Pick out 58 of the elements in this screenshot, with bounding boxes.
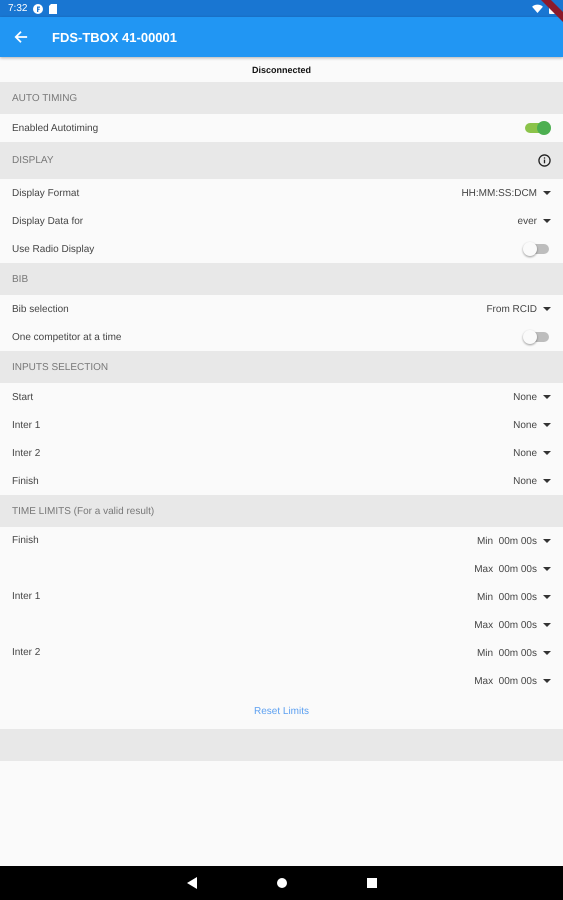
setting-label: Use Radio Display: [12, 244, 94, 254]
section-title: INPUTS SELECTION: [12, 362, 108, 372]
connection-status: Disconnected: [250, 64, 312, 76]
sd-card-icon: [49, 4, 58, 14]
dropdown[interactable]: HH:MM:SS:DCM: [461, 188, 551, 198]
caret-icon: [543, 191, 551, 195]
dropdown[interactable]: None: [513, 420, 551, 430]
recents-icon[interactable]: [366, 878, 376, 888]
section-title: BIB: [12, 274, 28, 284]
dropdown[interactable]: Min 00m 00s: [476, 583, 551, 611]
toggle-switch[interactable]: [525, 123, 549, 133]
caret-icon: [543, 679, 551, 683]
toggle-switch[interactable]: [525, 332, 549, 342]
caret-icon: [543, 451, 551, 455]
section-title: DISPLAY: [12, 155, 54, 166]
dropdown[interactable]: From RCID: [486, 304, 551, 314]
setting-label: Display Format: [12, 188, 80, 198]
caret-icon: [543, 567, 551, 571]
dropdown[interactable]: Min 00m 00s: [476, 527, 551, 555]
caret-icon: [543, 219, 551, 223]
clock: 7:32: [8, 3, 28, 14]
caret-icon: [543, 651, 551, 655]
dropdown[interactable]: Max 00m 00s: [474, 555, 551, 583]
setting-label: Inter 2: [12, 647, 40, 658]
back-icon[interactable]: [186, 877, 196, 889]
caret-icon: [543, 623, 551, 627]
section-title: AUTO TIMING: [12, 92, 78, 104]
wifi-icon: [532, 4, 543, 13]
setting-label: Start: [12, 392, 34, 402]
setting-label: Bib selection: [12, 304, 69, 314]
screen-title: FDS-TBOX 41-00001: [52, 30, 177, 44]
caret-icon: [543, 395, 551, 399]
caret-icon: [543, 479, 551, 483]
dropdown[interactable]: None: [513, 392, 551, 402]
back-arrow-icon[interactable]: [14, 30, 28, 44]
setting-label: Inter 2: [12, 448, 40, 458]
caret-icon: [543, 307, 551, 311]
dropdown[interactable]: Max 00m 00s: [474, 611, 551, 639]
dropdown[interactable]: Max 00m 00s: [474, 667, 551, 695]
setting-label: One competitor at a time: [12, 332, 122, 342]
dropdown[interactable]: None: [513, 476, 551, 486]
setting-label: Inter 1: [12, 591, 40, 602]
setting-label: Enabled Autotiming: [12, 122, 98, 134]
setting-label: Display Data for: [12, 216, 84, 226]
dropdown[interactable]: ever: [518, 216, 551, 226]
setting-label: Finish: [12, 535, 39, 546]
setting-label: Inter 1: [12, 420, 40, 430]
dropdown[interactable]: Min 00m 00s: [476, 639, 551, 667]
setting-label: Finish: [12, 476, 39, 486]
toggle-switch[interactable]: [525, 244, 549, 254]
notification-icon: [33, 4, 44, 14]
caret-icon: [543, 539, 551, 543]
caret-icon: [543, 423, 551, 427]
section-title: TIME LIMITS (For a valid result): [12, 506, 154, 516]
dropdown[interactable]: None: [513, 448, 551, 458]
home-icon[interactable]: [276, 878, 286, 888]
info-icon[interactable]: [538, 154, 551, 167]
caret-icon: [543, 595, 551, 599]
